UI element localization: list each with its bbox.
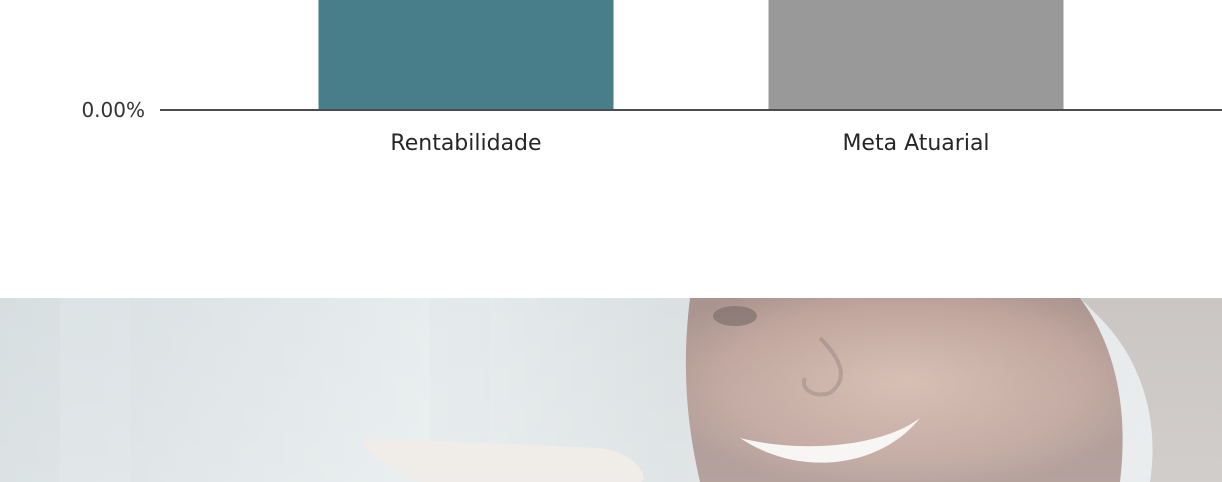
chart-slide: 0.00% Rentabilidade Meta Atuarial xyxy=(0,0,1222,482)
bar-meta-atuarial xyxy=(768,0,1064,110)
bar-rentabilidade xyxy=(318,0,614,110)
y-tick-label: 0.00% xyxy=(81,98,145,122)
bar-chart: 0.00% Rentabilidade Meta Atuarial xyxy=(81,0,1222,156)
category-label: Meta Atuarial xyxy=(842,131,989,156)
photo-banner xyxy=(0,298,1222,482)
category-labels: Rentabilidade Meta Atuarial xyxy=(390,131,989,156)
category-label: Rentabilidade xyxy=(390,131,541,156)
bars-layer xyxy=(318,0,1064,110)
